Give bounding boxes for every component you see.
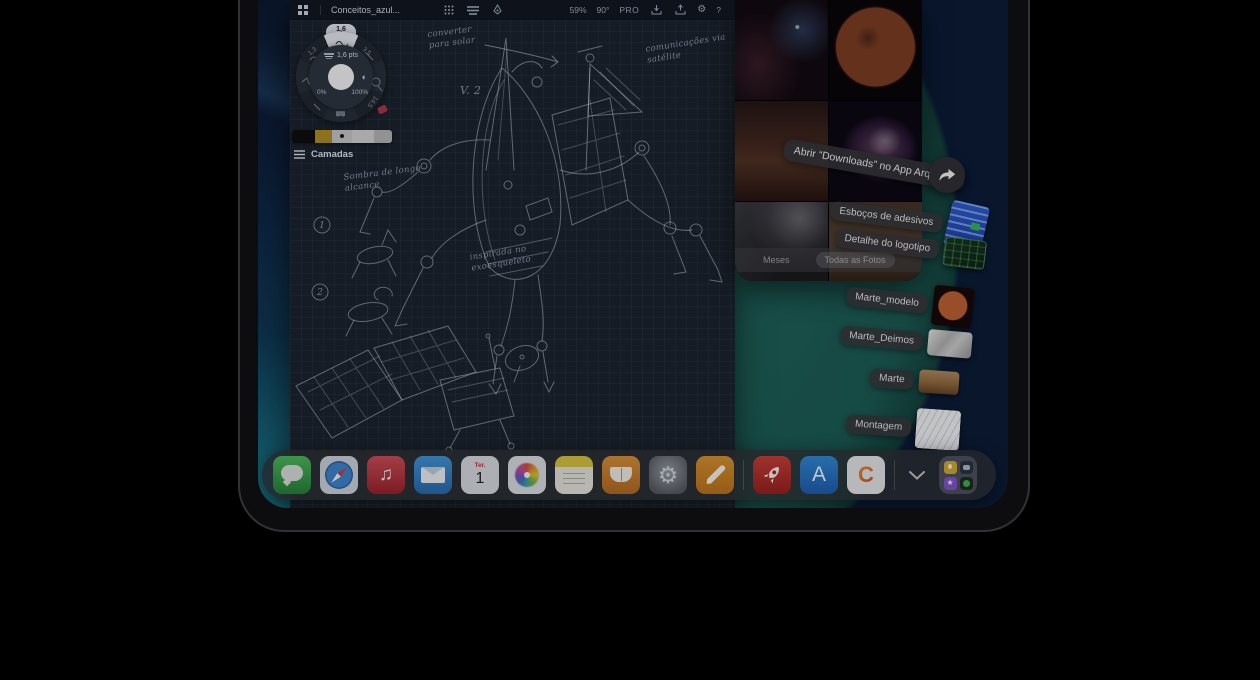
ipad-screen: 1 2 converter para solar comunicações vi…	[258, 0, 1008, 508]
document-title[interactable]: Conceitos_azul...	[331, 5, 400, 15]
selected-color-dot	[340, 134, 344, 138]
share-forward-button[interactable]	[929, 157, 965, 193]
sketch-app-icon[interactable]	[696, 456, 734, 494]
circled-marker-2: 2	[316, 288, 323, 298]
photos-app-icon[interactable]	[508, 456, 546, 494]
drag-item-label: Marte_Deimos	[839, 325, 923, 351]
pen-tool-icon[interactable]	[490, 3, 504, 17]
gear-icon: ⚙	[658, 462, 679, 489]
app-store-a-icon: A	[812, 463, 826, 487]
wheel-center-disk[interactable]: 1,6 pts ◐ 0% 100%	[309, 45, 373, 109]
blend-mode-icon[interactable]: ◐	[362, 72, 367, 82]
concepts-app-window: 1 2 converter para solar comunicações vi…	[290, 0, 735, 508]
hamburger-icon	[294, 150, 305, 159]
calendar-app-icon[interactable]: Ter. 1	[461, 456, 499, 494]
tab-months[interactable]: Meses	[763, 255, 790, 265]
brush-size-pts: 1,6 pts	[337, 52, 358, 59]
layers-stack-icon[interactable]	[466, 3, 480, 17]
workspace-grid-icon[interactable]	[296, 3, 310, 17]
books-app-icon[interactable]	[602, 456, 640, 494]
c-app-icon[interactable]: C	[847, 456, 885, 494]
pro-badge[interactable]: PRO	[619, 5, 639, 15]
brush-width-icon	[324, 53, 334, 59]
import-icon[interactable]	[649, 3, 663, 17]
dock-chevron-button[interactable]	[904, 456, 930, 494]
rotation-value[interactable]: 90°	[597, 5, 610, 15]
dock: ♫ Ter. 1 ⚙ A C	[262, 450, 996, 500]
layers-button[interactable]: Camadas	[294, 149, 353, 160]
drag-thumb-logo	[942, 236, 987, 270]
zoom-level[interactable]: 59%	[570, 5, 587, 15]
drag-thumb-montagem	[915, 408, 962, 451]
app-store-icon[interactable]: A	[800, 456, 838, 494]
app-library-icon[interactable]	[939, 456, 977, 494]
current-color-swatch[interactable]	[328, 64, 354, 90]
app-library-mini-camera	[960, 461, 973, 474]
forward-arrow-icon	[938, 167, 956, 183]
app-library-mini-yellow	[944, 461, 957, 474]
safari-app-icon[interactable]	[320, 456, 358, 494]
concepts-toolbar: Conceitos_azul... 59% 90° PRO ⚙ ?	[290, 0, 735, 20]
help-button[interactable]: ?	[716, 5, 721, 15]
dots-grid-icon[interactable]	[442, 3, 456, 17]
mail-app-icon[interactable]	[414, 456, 452, 494]
app-library-mini-green	[960, 477, 973, 490]
opacity-max: 100%	[351, 89, 368, 96]
opacity-min: 0%	[317, 89, 326, 96]
drag-item-montagem[interactable]: Montagem	[845, 403, 962, 451]
dock-divider	[894, 460, 895, 490]
drag-thumb-mars	[931, 285, 975, 329]
dock-divider	[743, 460, 744, 490]
drag-thumb-deimos	[927, 329, 973, 359]
tool-wheel[interactable]: 1,6 1,3 3,5 14,5 6,8 1,	[296, 24, 396, 124]
ring-size-4[interactable]: 6,8	[336, 110, 345, 117]
drag-thumb-marte	[918, 369, 960, 395]
calendar-weekday: Ter.	[474, 463, 485, 470]
messages-app-icon[interactable]	[273, 456, 311, 494]
calendar-day: 1	[476, 471, 485, 487]
rocket-app-icon[interactable]	[753, 456, 791, 494]
settings-app-icon[interactable]: ⚙	[649, 456, 687, 494]
music-note-icon: ♫	[379, 464, 393, 486]
compass-needle-icon	[329, 465, 348, 484]
c-letter-icon: C	[858, 462, 874, 488]
export-icon[interactable]	[673, 3, 687, 17]
notes-app-icon[interactable]	[555, 456, 593, 494]
drag-item-label: Marte_modelo	[845, 286, 928, 313]
rocket-icon	[754, 457, 791, 494]
annotation-version: V. 2	[460, 84, 481, 98]
app-library-mini-star	[944, 477, 957, 490]
music-app-icon[interactable]: ♫	[367, 456, 405, 494]
drag-item-label: Marte	[869, 368, 914, 390]
settings-gear-icon[interactable]: ⚙	[697, 4, 706, 15]
toolbar-divider	[320, 5, 321, 15]
layers-label: Camadas	[311, 149, 353, 160]
drag-item-label: Montagem	[845, 414, 911, 438]
chevron-down-icon	[909, 471, 925, 480]
circled-marker-1: 1	[319, 221, 325, 231]
